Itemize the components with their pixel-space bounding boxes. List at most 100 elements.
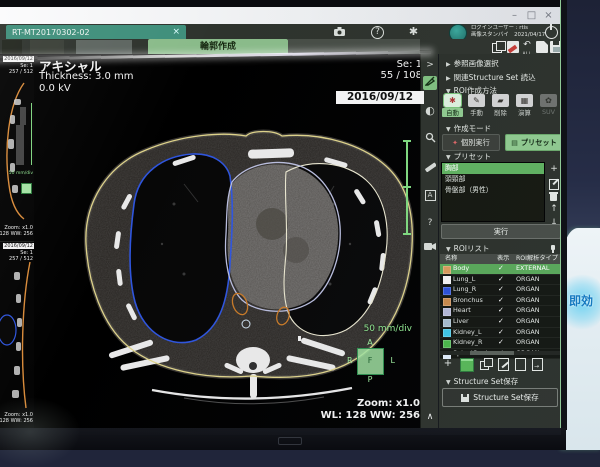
mode-icon: ▤ bbox=[511, 139, 518, 147]
bottle-label: 即効 bbox=[569, 292, 593, 309]
layout-slot-3[interactable] bbox=[76, 40, 132, 54]
roi-copy-icon[interactable] bbox=[480, 358, 492, 370]
scroll-up-icon[interactable]: ∧ bbox=[423, 410, 437, 424]
create-mode-button[interactable]: ✦ 個別実行 bbox=[442, 134, 500, 151]
window-level-icon[interactable]: ◐ bbox=[423, 104, 437, 118]
roi-name: Body bbox=[453, 264, 469, 274]
table-row[interactable]: Bronchus ✓ ORGAN bbox=[440, 296, 560, 307]
roi-name: Bronchus bbox=[453, 296, 483, 306]
measure-ruler-icon[interactable] bbox=[423, 160, 437, 174]
roi-table-scrollbar[interactable] bbox=[440, 351, 560, 355]
preset-item[interactable]: 胸部 bbox=[442, 163, 544, 174]
method-icon: ▦ bbox=[516, 94, 533, 107]
section-preset[interactable]: ▼プリセット bbox=[439, 151, 562, 162]
visibility-check-icon[interactable]: ✓ bbox=[498, 296, 504, 306]
roi-color-swatch bbox=[443, 329, 451, 337]
method-icon: ✿ bbox=[540, 94, 557, 107]
roi-method-buttons: ✱ 自動 ✎ 手動 ▰ 削除 ▦ 演算 ✿ bbox=[442, 94, 559, 117]
preset-item[interactable]: 頭頸部 bbox=[442, 174, 544, 185]
zoom-tool-icon[interactable] bbox=[423, 132, 437, 146]
preset-item[interactable]: 骨盤部（男性） bbox=[442, 185, 544, 196]
section-structure-load[interactable]: ▶関連Structure Set 読込 bbox=[439, 72, 562, 83]
close-button[interactable]: × bbox=[540, 7, 557, 24]
slice-counter: 55 / 108 bbox=[304, 70, 422, 81]
preset-add-icon[interactable]: + bbox=[547, 164, 561, 176]
method-icon: ▰ bbox=[492, 94, 509, 107]
preset-edit-icon[interactable] bbox=[547, 178, 561, 189]
layout-slot-1[interactable] bbox=[2, 40, 22, 54]
table-row[interactable]: Lung_R ✓ ORGAN bbox=[440, 285, 560, 296]
visibility-check-icon[interactable]: ✓ bbox=[498, 264, 504, 274]
structure-set-save-button[interactable]: Structure Set保存 bbox=[442, 388, 558, 407]
tab-close-icon[interactable]: × bbox=[172, 27, 180, 37]
roi-color-swatch bbox=[443, 298, 451, 306]
gear-icon[interactable]: ✱ bbox=[407, 26, 420, 37]
table-row[interactable]: Kidney_L ✓ ORGAN bbox=[440, 328, 560, 339]
visibility-check-icon[interactable]: ✓ bbox=[498, 306, 504, 316]
section-structure-save[interactable]: ▼Structure Set保存 bbox=[439, 376, 562, 387]
roi-method-button[interactable]: ▰ 削除 bbox=[490, 94, 511, 117]
orientation-cube[interactable]: F A R L P bbox=[350, 340, 390, 382]
maximize-button[interactable]: □ bbox=[523, 7, 540, 24]
table-row[interactable]: Heart ✓ ORGAN bbox=[440, 306, 560, 317]
preset-move-up-icon[interactable]: ↑ bbox=[547, 204, 561, 216]
roi-method-button[interactable]: ✎ 手動 bbox=[466, 94, 487, 117]
help-icon[interactable]: ? bbox=[371, 26, 384, 39]
roi-type: EXTERNAL bbox=[516, 264, 549, 274]
table-row[interactable]: Lung_L ✓ ORGAN bbox=[440, 275, 560, 286]
create-mode-button[interactable]: ▤ プリセット bbox=[505, 134, 563, 151]
table-row[interactable]: Body ✓ EXTERNAL bbox=[440, 264, 560, 275]
status-line: 画像スタンバイ 2021/04/17 (10:07) bbox=[471, 32, 545, 39]
pin-icon[interactable] bbox=[549, 245, 557, 253]
execute-button[interactable]: 実行 bbox=[441, 224, 561, 239]
roi-duplicate-icon[interactable] bbox=[515, 358, 526, 371]
layers-icon[interactable] bbox=[492, 41, 504, 53]
visibility-check-icon[interactable]: ✓ bbox=[498, 338, 504, 348]
minimize-button[interactable]: – bbox=[506, 7, 523, 24]
thumb-slice: 257 / 512 bbox=[9, 256, 33, 262]
visibility-check-icon[interactable]: ✓ bbox=[498, 275, 504, 285]
roi-method-button[interactable]: ✿ SUV bbox=[538, 94, 559, 117]
preset-delete-icon[interactable] bbox=[547, 191, 561, 202]
roi-cube-icon[interactable] bbox=[460, 358, 474, 372]
visibility-check-icon[interactable]: ✓ bbox=[498, 317, 504, 327]
roi-color-swatch bbox=[443, 340, 451, 348]
roi-method-button[interactable]: ▦ 演算 bbox=[514, 94, 535, 117]
power-icon[interactable] bbox=[545, 26, 558, 39]
roi-name: Kidney_R bbox=[453, 338, 482, 348]
contour-tool-icon[interactable] bbox=[423, 76, 437, 90]
os-titlebar: – □ × bbox=[0, 7, 561, 24]
roi-export-icon[interactable] bbox=[532, 358, 543, 371]
section-create-mode[interactable]: ▼作成モード bbox=[439, 123, 562, 134]
document-icon[interactable] bbox=[536, 41, 548, 53]
roi-add-icon[interactable]: + bbox=[442, 358, 454, 370]
axial-viewport[interactable]: アキシャル Thickness: 3.0 mm 0.0 kV Se: 1 55 … bbox=[34, 54, 420, 428]
thumbnail-viewport-1[interactable]: 2016/09/12 Se: 1 257 / 512 50 mm/div Zoo… bbox=[0, 55, 34, 242]
roi-edit-icon[interactable] bbox=[498, 358, 509, 371]
visibility-check-icon[interactable]: ✓ bbox=[498, 328, 504, 338]
capture-icon[interactable] bbox=[333, 26, 346, 37]
camera-tool-icon[interactable] bbox=[423, 242, 437, 256]
table-row[interactable]: Liver ✓ ORGAN bbox=[440, 317, 560, 328]
marker-icon[interactable] bbox=[507, 41, 519, 53]
section-reference-image[interactable]: ▶参照画像選択 bbox=[439, 58, 562, 69]
roi-color-swatch bbox=[443, 276, 451, 284]
panel-collapse-icon[interactable]: > bbox=[423, 58, 437, 72]
roi-method-button[interactable]: ✱ 自動 bbox=[442, 94, 463, 117]
roi-table-header: 名称 表示 ROI解析タイプ bbox=[440, 254, 560, 264]
roi-type: ORGAN bbox=[516, 317, 540, 327]
patient-tab[interactable]: RT-MT20170302-02 × bbox=[6, 25, 186, 39]
undo-all-icon[interactable]: ↶ALL bbox=[521, 41, 533, 53]
monitor-bezel-right bbox=[560, 0, 567, 430]
roi-color-swatch bbox=[443, 266, 451, 274]
table-row[interactable]: Kidney_R ✓ ORGAN bbox=[440, 338, 560, 349]
annotation-icon[interactable]: A bbox=[423, 188, 437, 202]
roi-rows: Body ✓ EXTERNAL Lung_L ✓ ORGAN Lung_R bbox=[440, 264, 560, 359]
thumb-window-label: WL: 128 WW: 256 bbox=[0, 231, 33, 237]
visibility-check-icon[interactable]: ✓ bbox=[498, 285, 504, 295]
layout-slot-2[interactable] bbox=[30, 40, 64, 54]
roi-type: ORGAN bbox=[516, 306, 540, 316]
preset-list: 胸部 頭頸部 骨盤部（男性） bbox=[441, 162, 545, 222]
help-tool-icon[interactable]: ? bbox=[423, 216, 437, 230]
section-roi-list[interactable]: ▼ROIリスト bbox=[439, 243, 562, 254]
